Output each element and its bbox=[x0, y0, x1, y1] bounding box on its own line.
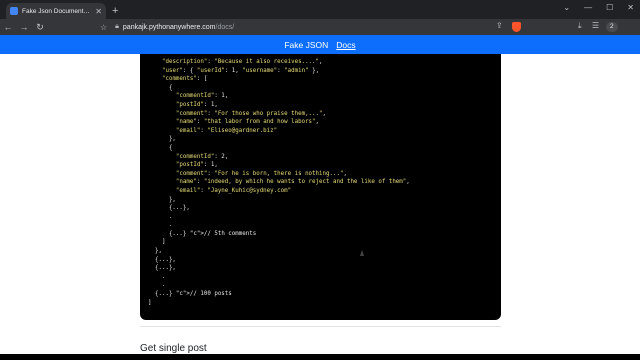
new-tab-button[interactable]: + bbox=[112, 3, 118, 19]
url-path: /docs/ bbox=[215, 23, 235, 31]
reload-button[interactable]: ↻ bbox=[32, 22, 48, 33]
code-line: . bbox=[148, 213, 173, 220]
code-line: ] bbox=[148, 299, 152, 306]
url-host: pankajk.pythonanywhere.com bbox=[122, 23, 216, 31]
tab-search-icon[interactable]: ⌄ bbox=[563, 3, 570, 12]
share-icon[interactable]: ⇪ bbox=[496, 21, 503, 30]
code-line: "postId": 1, bbox=[175, 101, 218, 108]
code-line: {...}, bbox=[148, 256, 176, 263]
code-line: {...} "c">// 5th comments bbox=[148, 230, 257, 237]
mouse-cursor-icon bbox=[360, 250, 364, 256]
section-heading: Get single post bbox=[140, 343, 207, 354]
back-button[interactable]: ← bbox=[0, 22, 16, 32]
site-navbar: Fake JSON Docs bbox=[0, 35, 640, 54]
lock-icon[interactable]: 🔒︎ bbox=[115, 23, 119, 31]
code-line: "postId": 1, bbox=[175, 162, 218, 169]
code-line: . bbox=[148, 273, 166, 280]
code-line: {...}, bbox=[148, 265, 176, 272]
code-line: }, bbox=[148, 136, 176, 143]
code-line: . bbox=[148, 222, 173, 229]
code-line: "comments": [ bbox=[161, 76, 208, 83]
json-example: "description": "Because it also receives… bbox=[140, 54, 501, 307]
code-line: "email": "Jayne_Kuhic@sydney.com" bbox=[175, 187, 292, 194]
code-line: "commentId": 1, bbox=[175, 93, 229, 100]
minimize-button[interactable]: — bbox=[584, 3, 592, 12]
code-line: {...} "c">// 100 posts bbox=[148, 291, 232, 298]
code-line: ] bbox=[148, 239, 166, 246]
code-line: "comment": "For those who praise them,..… bbox=[175, 110, 327, 117]
forward-button[interactable]: → bbox=[16, 22, 32, 32]
brave-shield-icon[interactable] bbox=[512, 22, 521, 32]
window-controls: ⌄ — ☐ ✕ bbox=[563, 3, 634, 12]
code-line: "comment": "For he is born, there is not… bbox=[175, 170, 347, 177]
taskbar-strip bbox=[0, 354, 640, 360]
code-line: { bbox=[148, 84, 173, 91]
docs-link[interactable]: Docs bbox=[336, 40, 355, 50]
close-window-button[interactable]: ✕ bbox=[627, 3, 634, 12]
code-line: {...}, bbox=[148, 205, 190, 212]
browser-tab-bar: Fake Json Documentation | Rest A ✕ + ⌄ —… bbox=[0, 0, 640, 19]
code-block: "description": "Because it also receives… bbox=[140, 54, 501, 320]
profile-badge[interactable]: 2 bbox=[606, 22, 618, 32]
browser-tab[interactable]: Fake Json Documentation | Rest A ✕ bbox=[6, 3, 106, 19]
code-line: }, bbox=[148, 196, 176, 203]
code-line: "email": "Eliseo@gardner.biz" bbox=[175, 127, 278, 134]
code-line: { bbox=[148, 144, 173, 151]
code-line: . bbox=[148, 282, 166, 289]
address-toolbar: ← → ↻ ☆ 🔒︎ pankajk.pythonanywhere.com/do… bbox=[0, 19, 640, 35]
tab-title: Fake Json Documentation | Rest A bbox=[22, 7, 92, 15]
code-line: "name": "indeed, by which he wants to re… bbox=[175, 179, 410, 186]
site-brand[interactable]: Fake JSON bbox=[284, 40, 328, 50]
bookmark-icon[interactable]: ☆ bbox=[100, 23, 107, 32]
download-icon[interactable]: ⤓ bbox=[578, 21, 582, 31]
extensions-icon[interactable]: ☰ bbox=[592, 21, 599, 30]
maximize-button[interactable]: ☐ bbox=[606, 3, 613, 12]
code-line: "description": "Because it also receives… bbox=[161, 59, 323, 65]
code-line: "name": "that labor from and how labors"… bbox=[175, 119, 320, 126]
code-line: }, bbox=[148, 248, 162, 255]
url-field[interactable]: pankajk.pythonanywhere.com/docs/ bbox=[123, 24, 234, 31]
code-line: "user": { "userId": 1, "username": "admi… bbox=[161, 67, 320, 74]
site-favicon-icon bbox=[10, 7, 18, 15]
code-line: "commentId": 2, bbox=[175, 153, 229, 160]
section-divider bbox=[140, 326, 501, 327]
close-tab-icon[interactable]: ✕ bbox=[95, 7, 102, 16]
